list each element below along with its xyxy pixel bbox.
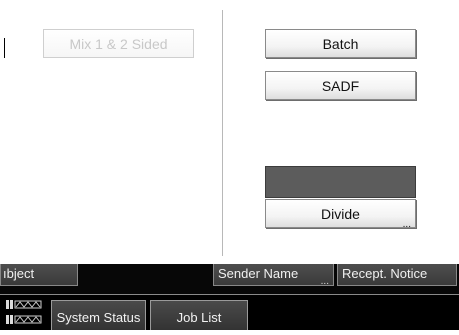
- mix-1-2-sided-button[interactable]: Mix 1 & 2 Sided: [43, 29, 194, 58]
- job-list-button[interactable]: Job List: [150, 300, 248, 330]
- divide-label: Divide: [321, 206, 360, 222]
- tab-recept-notice[interactable]: Recept. Notice: [337, 264, 457, 286]
- column-divider: [222, 10, 223, 256]
- divide-button[interactable]: Divide ...: [265, 199, 416, 230]
- main-panel: Mix 1 & 2 Sided Batch SADF Divide ...: [0, 0, 459, 264]
- system-status-button[interactable]: System Status: [51, 300, 146, 330]
- machine-status-icon: [6, 300, 42, 309]
- bottom-tabs-bar: ıbject Sender Name ... Recept. Notice: [0, 264, 459, 294]
- left-edge-line: [4, 38, 5, 58]
- batch-button[interactable]: Batch: [265, 29, 416, 58]
- tab-sender-name[interactable]: Sender Name ...: [213, 264, 334, 286]
- divide-status-box: [265, 166, 416, 198]
- tab-subject-label: ıbject: [3, 266, 35, 281]
- status-bar: System Status Job List: [0, 294, 459, 330]
- tab-subject[interactable]: ıbject: [0, 264, 78, 286]
- machine-status-icon-lower: [6, 315, 42, 324]
- tab-sender-name-ellipsis: ...: [320, 276, 329, 286]
- tab-sender-name-label: Sender Name: [218, 266, 299, 281]
- divide-ellipsis: ...: [402, 219, 411, 230]
- sadf-button[interactable]: SADF: [265, 71, 416, 100]
- tab-recept-notice-label: Recept. Notice: [342, 266, 428, 281]
